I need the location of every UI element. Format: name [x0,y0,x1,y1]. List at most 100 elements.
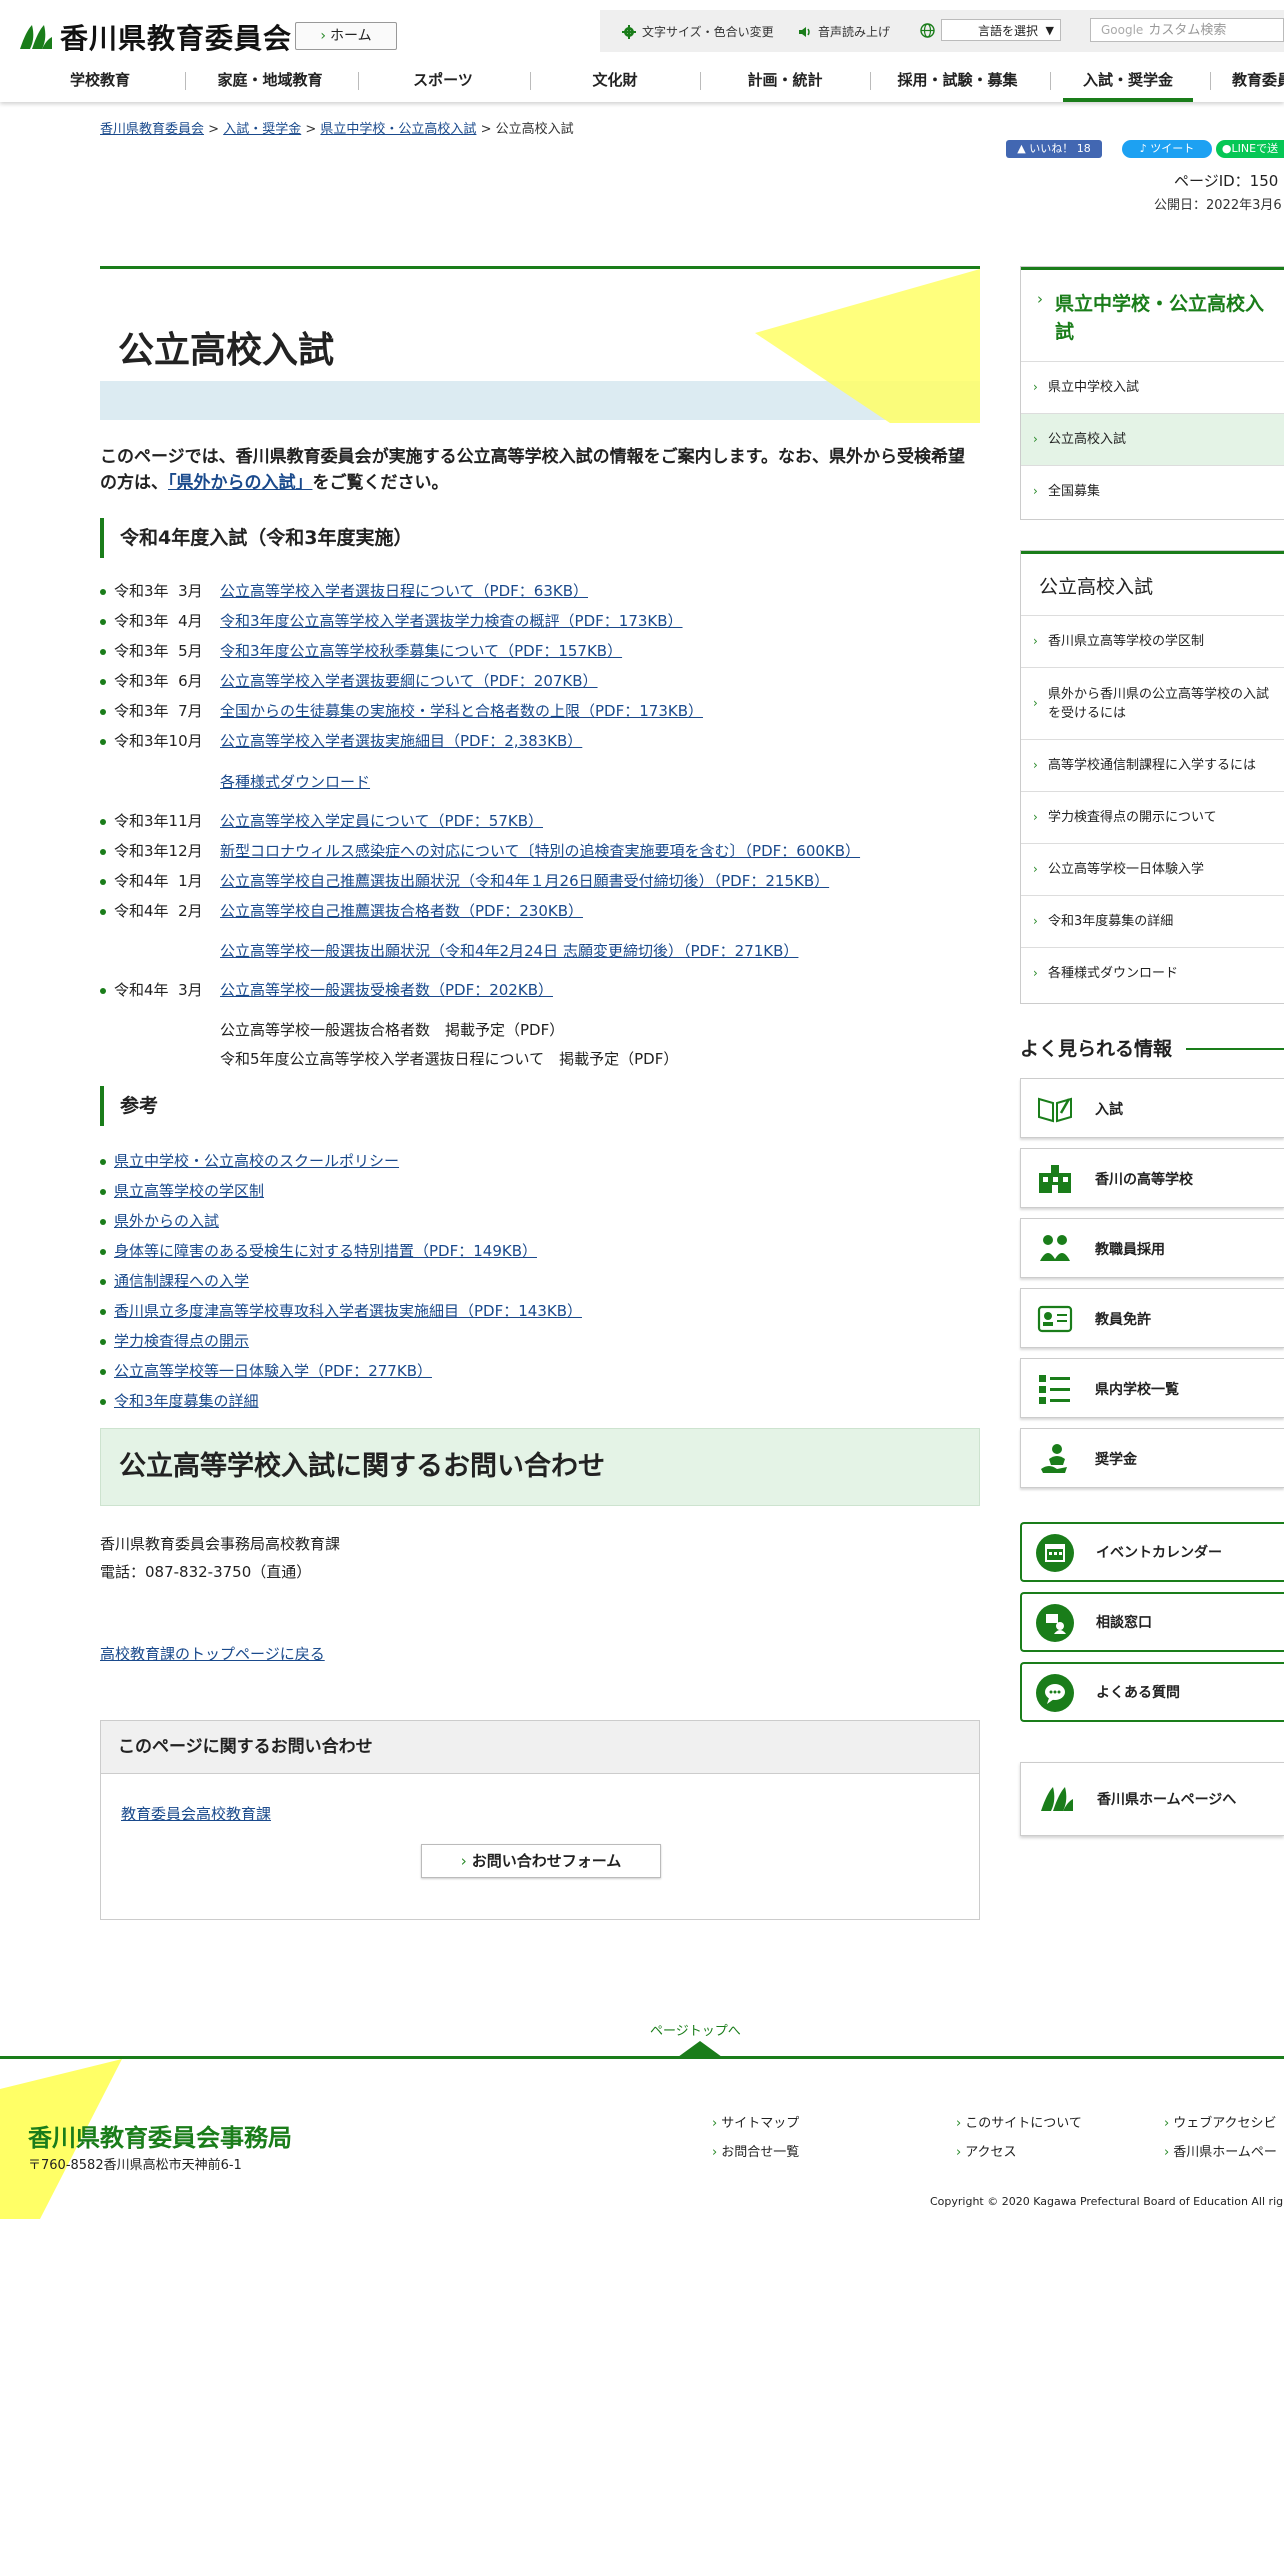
schedule-link[interactable]: 令和3年度公立高等学校入学者選抜学力検査の概評（PDF：173KB） [220,610,683,632]
footer-link-inquiry-list[interactable]: › お問合せ一覧 [712,2141,799,2160]
footer-link-accessibility[interactable]: › ウェブアクセシビ [1164,2112,1277,2131]
side-nav-title-text: 公立高校入試 [1039,576,1154,598]
forms-download-link[interactable]: 各種様式ダウンロード [220,771,370,793]
breadcrumb-link-entrance[interactable]: 県立中学校・公立高校入試 [320,122,476,137]
side-nav-item[interactable]: › 全国募集 [1021,465,1284,517]
reference-link[interactable]: 令和3年度募集の詳細 [114,1390,259,1412]
site-logo[interactable]: 香川県教育委員会 [18,17,292,57]
reference-link[interactable]: 身体等に障害のある受検生に対する特別措置（PDF：149KB） [114,1240,537,1262]
inquiry-form-button[interactable]: › お問い合わせフォーム [421,1844,661,1878]
side-nav-item[interactable]: › 学力検査得点の開示について [1021,791,1284,843]
popular-link-admissions[interactable]: 入試 [1020,1078,1284,1138]
nav-item-school-education[interactable]: 学校教育 [30,62,170,102]
schedule-link[interactable]: 公立高等学校入学者選抜日程について（PDF：63KB） [220,580,588,602]
read-aloud-button[interactable]: 音声読み上げ [798,23,890,40]
schedule-link[interactable]: 令和3年度公立高等学校秋季募集について（PDF：157KB） [220,640,622,662]
out-of-prefecture-link[interactable]: 「県外からの入試」 [168,473,313,493]
footer-link-sitemap[interactable]: › サイトマップ [712,2112,799,2131]
site-name: 香川県教育委員会 [60,22,293,55]
schedule-link[interactable]: 公立高等学校一般選抜受検者数（PDF：202KB） [220,979,553,1001]
side-nav-item[interactable]: › 公立高等学校一日体験入学 [1021,843,1284,895]
reference-link[interactable]: 県立中学校・公立高校のスクールポリシー [114,1150,399,1172]
chevron-right-icon: › [1037,290,1043,308]
side-nav-item[interactable]: › 高等学校通信制課程に入学するには [1021,739,1284,791]
language-select[interactable]: 言語を選択 ▼ [941,19,1061,41]
nav-item-cultural-assets[interactable]: 文化財 [540,62,690,102]
reference-link[interactable]: 通信制課程への入学 [114,1270,249,1292]
contact-dept-link[interactable]: 教育委員会高校教育課 [121,1803,271,1824]
schedule-link[interactable]: 公立高等学校入学定員について（PDF：57KB） [220,810,543,832]
reference-link[interactable]: 県立高等学校の学区制 [114,1180,264,1202]
bullet-icon [100,589,106,595]
faq-button[interactable]: よくある質問 [1020,1662,1284,1722]
reference-link[interactable]: 県外からの入試 [114,1210,219,1232]
nav-item-sports[interactable]: スポーツ [368,62,518,102]
facebook-like-button[interactable]: ▲ いいね！ 18 [1006,140,1102,158]
side-nav-item[interactable]: › 香川県立高等学校の学区制 [1021,615,1284,667]
back-to-dept-top-link[interactable]: 高校教育課のトップページに戻る [100,1643,325,1664]
event-calendar-button[interactable]: イベントカレンダー [1020,1522,1284,1582]
nav-separator [1210,72,1211,90]
copyright: Copyright © 2020 Kagawa Prefectural Boar… [930,2195,1284,2208]
chevron-right-icon: › [1033,380,1038,394]
reference-link[interactable]: 学力検査得点の開示 [114,1330,249,1352]
schedule-link[interactable]: 新型コロナウィルス感染症への対応について〔特別の追検査実施要項を含む〕（PDF：… [220,840,860,862]
page-top-arrow-icon[interactable] [678,2041,722,2057]
consultation-button[interactable]: 相談窓口 [1020,1592,1284,1652]
side-nav-item[interactable]: › 令和3年度募集の詳細 [1021,895,1284,947]
search-input[interactable]: Google カスタム検索 [1090,18,1284,42]
side-nav-item[interactable]: › 各種様式ダウンロード [1021,947,1284,999]
side-nav-title[interactable]: 公立高校入試 [1021,551,1284,615]
intro-text: このページでは、香川県教育委員会が実施する公立高等学校入試の情報をご案内します。… [100,444,980,496]
kagawa-logo-icon [1041,1787,1073,1811]
breadcrumb-link-top[interactable]: 香川県教育委員会 [100,122,204,137]
nav-item-board[interactable]: 教育委員 [1220,62,1284,102]
page-top-link[interactable]: ページトップへ [650,2020,741,2039]
schedule-link[interactable]: 公立高等学校入学者選抜実施細目（PDF：2,383KB） [220,730,582,752]
popular-link-teaching-license[interactable]: 教員免許 [1020,1288,1284,1348]
popular-link-scholarship[interactable]: 奨学金 [1020,1428,1284,1488]
schedule-date: 令和3年 4月 [114,612,203,630]
side-nav-title-text: 県立中学校・公立高校入試 [1055,293,1265,343]
side-nav-item-current[interactable]: › 公立高校入試 [1021,413,1284,465]
chevron-right-icon: › [956,2145,962,2160]
chevron-right-icon: › [1164,2116,1170,2131]
schedule-link[interactable]: 全国からの生徒募集の実施校・学科と合格者数の上限（PDF：173KB） [220,700,703,722]
schedule-link[interactable]: 公立高等学校自己推薦選抜出願状況（令和4年１月26日願書受付締切後）（PDF：2… [220,870,829,892]
breadcrumb-link-admissions[interactable]: 入試・奨学金 [223,122,301,137]
popular-link-school-list[interactable]: 県内学校一覧 [1020,1358,1284,1418]
footer-link-access[interactable]: › アクセス [956,2141,1017,2160]
schedule-link[interactable]: 公立高等学校自己推薦選抜合格者数（PDF：230KB） [220,900,583,922]
home-button[interactable]: › ホーム [295,22,397,50]
tweet-button[interactable]: ♪ ツイート [1122,140,1212,158]
list-icon [1039,1375,1070,1404]
footer-link-pref-homepage[interactable]: › 香川県ホームペー [1164,2141,1277,2160]
kagawa-pref-homepage-button[interactable]: 香川県ホームページへ [1020,1762,1284,1836]
popular-link-teacher-recruitment[interactable]: 教職員採用 [1020,1218,1284,1278]
bullet-icon [100,819,106,825]
side-nav-item[interactable]: › 県外から香川県の公立高等学校の入試を受けるには [1021,667,1284,739]
side-nav-title[interactable]: › 県立中学校・公立高校入試 [1021,267,1284,361]
nav-item-home-community[interactable]: 家庭・地域教育 [195,62,345,102]
inquiry-department: 香川県教育委員会事務局高校教育課 [100,1535,341,1553]
twitter-bird-icon: ♪ [1139,142,1147,155]
nav-item-recruitment-exams[interactable]: 採用・試験・募集 [880,62,1035,102]
font-size-color-button[interactable]: 文字サイズ・色合い変更 [622,23,774,40]
reference-link[interactable]: 公立高等学校等一日体験入学（PDF：277KB） [114,1360,432,1382]
nav-separator [358,72,359,90]
reference-link[interactable]: 香川県立多度津高等学校専攻科入学者選抜実施細目（PDF：143KB） [114,1300,582,1322]
nav-item-plans-stats[interactable]: 計画・統計 [710,62,860,102]
calendar-icon [1036,1534,1074,1572]
nav-item-admissions-scholarships[interactable]: 入試・奨学金 [1063,62,1193,102]
popular-link-high-schools[interactable]: 香川の高等学校 [1020,1148,1284,1208]
footer-link-about[interactable]: › このサイトについて [956,2112,1082,2131]
nav-separator [700,72,701,90]
chevron-right-icon: › [1033,758,1038,772]
schedule-link[interactable]: 公立高等学校入学者選抜要綱について（PDF：207KB） [220,670,598,692]
line-share-button[interactable]: ●LINEで送 [1216,140,1284,158]
bullet-icon [100,1339,106,1345]
schedule-link[interactable]: 公立高等学校一般選抜出願状況（令和4年2月24日 志願変更締切後）（PDF：27… [220,940,798,962]
globe-icon [920,23,935,38]
side-nav-item[interactable]: › 県立中学校入試 [1021,361,1284,413]
inquiry-heading: 公立高等学校入試に関するお問い合わせ [100,1428,980,1506]
